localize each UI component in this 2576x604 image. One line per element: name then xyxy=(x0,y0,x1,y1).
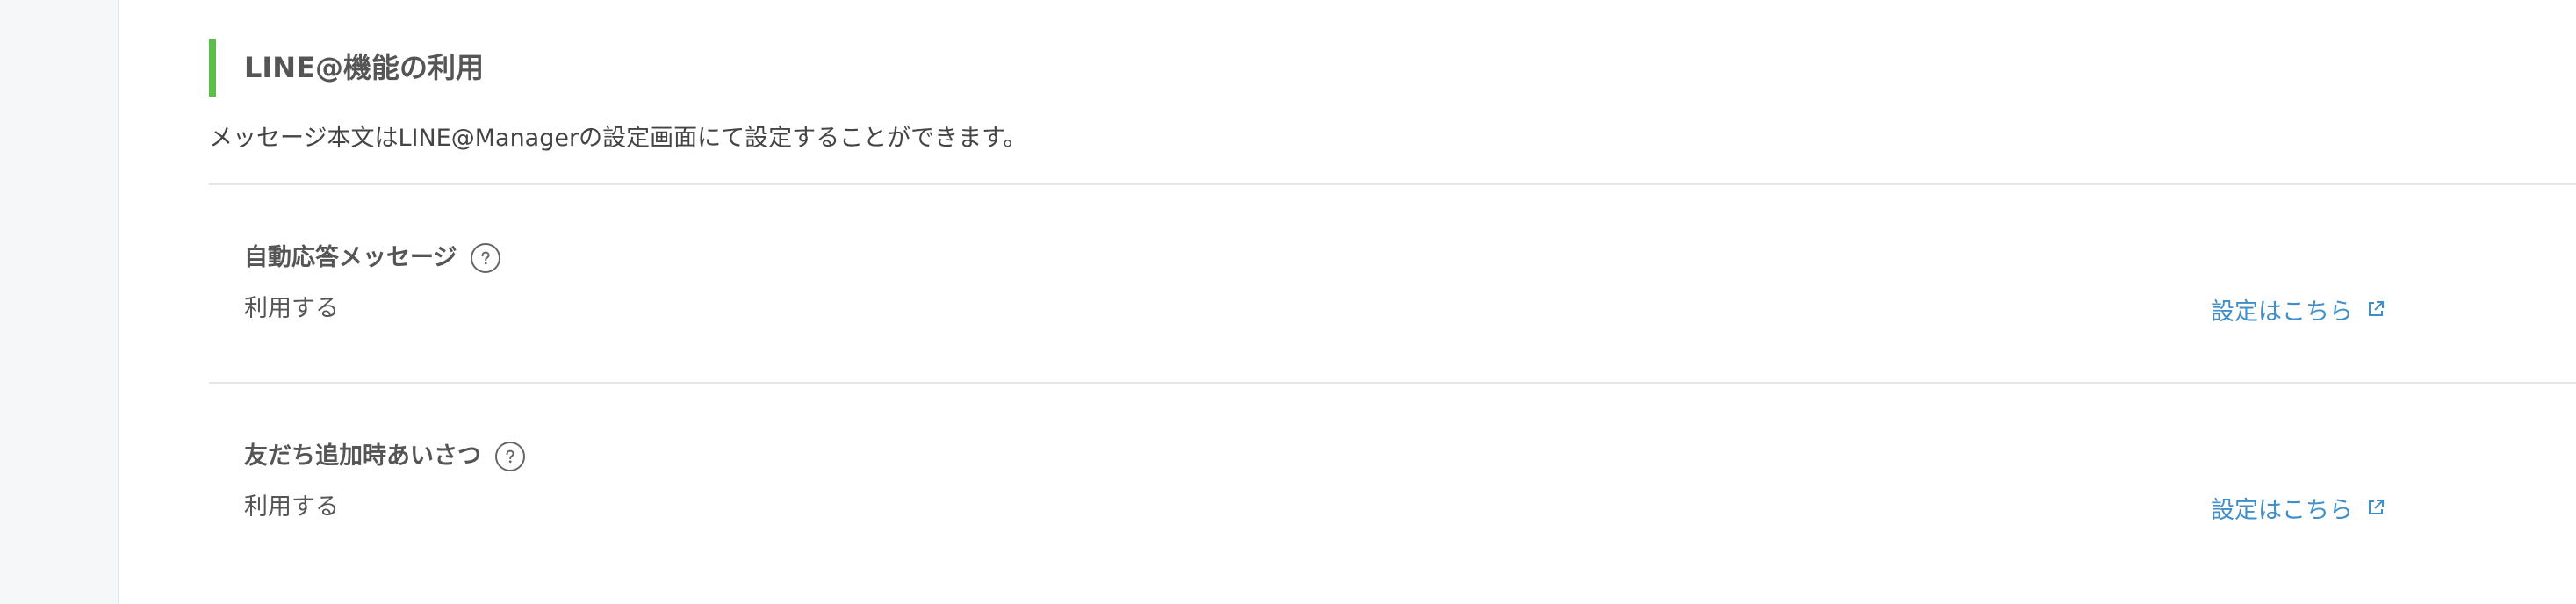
setting-auto-reply: 自動応答メッセージ 利用する 設定はこちら xyxy=(244,239,2492,344)
external-link-icon xyxy=(2365,497,2386,518)
settings-link[interactable]: 設定はこちら xyxy=(2211,291,2386,327)
settings-link-label: 設定はこちら xyxy=(2211,298,2353,326)
setting-title: 自動応答メッセージ xyxy=(244,244,457,271)
section-accent-bar xyxy=(209,39,216,97)
settings-page: LINE@機能の利用 メッセージ本文はLINE@Managerの設定画面にて設定… xyxy=(0,0,2576,604)
setting-value: 利用する xyxy=(244,295,339,322)
settings-link[interactable]: 設定はこちら xyxy=(2211,490,2386,525)
setting-divider xyxy=(209,382,2576,384)
setting-title-row: 自動応答メッセージ xyxy=(244,239,501,277)
setting-title-row: 友だち追加時あいさつ xyxy=(244,437,525,476)
setting-title: 友だち追加時あいさつ xyxy=(244,442,481,470)
section-title: LINE@機能の利用 xyxy=(244,51,484,84)
settings-link-label: 設定はこちら xyxy=(2211,496,2353,524)
section-description: メッセージ本文はLINE@Managerの設定画面にて設定することができます。 xyxy=(209,125,1027,152)
setting-value: 利用する xyxy=(244,493,339,521)
left-sidebar xyxy=(0,0,119,604)
line-at-feature-section: LINE@機能の利用 メッセージ本文はLINE@Managerの設定画面にて設定… xyxy=(209,0,2576,604)
question-circle-icon[interactable] xyxy=(471,243,501,273)
external-link-icon xyxy=(2365,298,2386,320)
section-divider xyxy=(209,183,2576,185)
question-circle-icon[interactable] xyxy=(495,442,525,471)
section-header: LINE@機能の利用 xyxy=(209,39,1087,97)
setting-friend-greeting: 友だち追加時あいさつ 利用する 設定はこちら xyxy=(244,437,2492,543)
